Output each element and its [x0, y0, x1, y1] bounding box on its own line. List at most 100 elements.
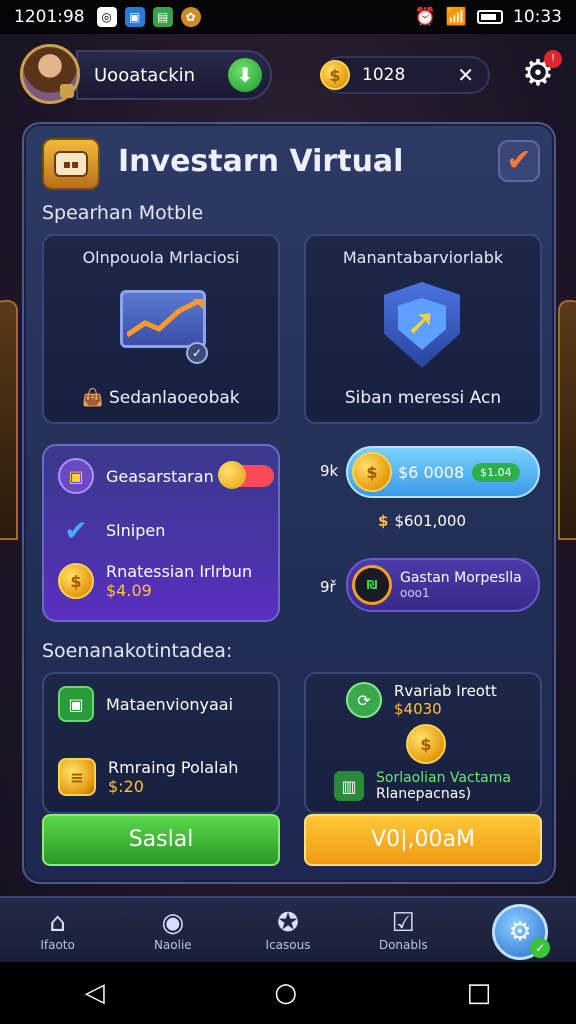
rewards-row-1-amount: $4030 [394, 700, 442, 718]
rewards-row-2-title: Sorlaolian Vactama [376, 770, 511, 786]
nav-active-check: ✓ [530, 938, 550, 958]
card-earnings[interactable]: ▣ Mataenvionyaai ≡ Rmraing Polalah $:20 [42, 672, 280, 814]
username: Uooatackin [94, 64, 196, 86]
profile-icon: ⚙ [508, 917, 532, 947]
status-time-left: 1201:98 [14, 7, 85, 27]
check-card-icon: ☑ [391, 908, 415, 938]
coin-balance[interactable]: $ 1028 ✕ [320, 56, 490, 94]
home-icon: ⌂ [49, 908, 66, 938]
home-circle-icon[interactable]: ○ [274, 978, 297, 1008]
card-market-bottom: 👜 Sedanlaoeobak [44, 388, 278, 408]
chart-icon [120, 290, 206, 348]
main-panel: ▪▪ Investarn Virtual ✔ Spearhan Motble O… [22, 122, 556, 884]
sell-button[interactable]: Saslal [42, 814, 280, 866]
coin-stack-icon: ≡ [58, 758, 96, 796]
back-icon[interactable]: ◁ [85, 978, 105, 1008]
battery-icon [477, 10, 503, 24]
claim-button[interactable]: V0|,00aM [304, 814, 542, 866]
nav-label: Ifaoto [40, 938, 75, 952]
nav-item-donate[interactable]: ☑ Donabls [346, 898, 461, 962]
portfolio-pill[interactable]: ₪ Gastan Morpeslla ooo1 [346, 558, 540, 612]
briefcase-icon: ▪▪ [42, 138, 100, 190]
balance-pill[interactable]: $ $6 0008 $1.04 [346, 446, 540, 498]
nav-label: Naolie [153, 938, 192, 952]
coin-icon: $ [352, 452, 392, 492]
section-label-2: Soenanakotintadea: [42, 640, 233, 662]
refresh-icon: ⟳ [346, 682, 382, 718]
nav-item-badges[interactable]: ✪ Icasous [230, 898, 345, 962]
coin-icon: $ [406, 724, 446, 764]
balance-pill-badge: $1.04 [472, 462, 520, 482]
nav-label: Donabls [378, 938, 428, 952]
balance-pill-value: $6 0008 [398, 462, 465, 482]
card-security[interactable]: Manantabarviorlabk ➚ Siban meressi Acn [304, 234, 542, 424]
status-bar: 1201:98 ◎ ▣ ▤ ✿ ⏰ 📶 10:33 [0, 0, 576, 34]
section-label-1: Spearhan Motble [42, 202, 204, 224]
card-security-title: Manantabarviorlabk [342, 248, 504, 267]
news-icon: ◉ [161, 908, 185, 938]
check-icon: ✓ [186, 342, 208, 364]
portfolio-ring-icon: ₪ [352, 565, 392, 605]
purple-row-3-title: Rnatessian Irlrbun [106, 562, 253, 581]
earnings-row-1-label: Mataenvionyaai [106, 694, 234, 714]
rewards-row-1-title: Rvariab Ireott [394, 682, 497, 700]
earnings-row-2: ≡ Rmraing Polalah $:20 [58, 758, 238, 796]
user-pill[interactable]: Uooatackin ⬇ [76, 50, 272, 100]
coin-icon: $ [320, 60, 350, 90]
app-icon-orange: ✿ [180, 7, 201, 27]
purple-row-3[interactable]: $ Rnatessian Irlrbun $4.09 [58, 562, 252, 600]
page-title: Investarn Virtual [118, 144, 404, 179]
wifi-icon: 📶 [445, 7, 467, 27]
dollar-icon: $ [378, 512, 389, 530]
alarm-icon: ⏰ [414, 7, 436, 27]
purple-row-3-amount: $4.09 [106, 581, 152, 600]
big-coin: $ [406, 724, 446, 764]
nav-item-home[interactable]: ⌂ Ifaoto [0, 898, 115, 962]
bag-icon: 👜 [82, 388, 104, 408]
portfolio-pill-sub: ooo1 [400, 586, 430, 600]
stat-label-b: 9ř [320, 578, 336, 596]
notification-dot: ! [544, 50, 562, 68]
balance-line-value: $601,000 [394, 512, 467, 530]
coin-amount: 1028 [362, 65, 406, 85]
checkmark-icon: ✔ [64, 513, 88, 547]
earnings-row-1: ▣ Mataenvionyaai [58, 686, 233, 722]
stat-label-a: 9k [320, 462, 339, 480]
camera-icon: ◎ [96, 7, 117, 27]
nav-item-news[interactable]: ◉ Naolie [115, 898, 230, 962]
add-friend-button[interactable]: ⬇ [228, 58, 262, 92]
portfolio-pill-title: Gastan Morpeslla [400, 570, 522, 586]
cash-icon: ▣ [58, 686, 94, 722]
checkmark-button[interactable]: ✔ [498, 140, 540, 182]
top-header: Uooatackin ⬇ $ 1028 ✕ ⚙ ! [0, 40, 576, 112]
recents-icon[interactable]: □ [467, 978, 492, 1008]
rewards-row-2-sub: Rlanepacnas) [376, 786, 472, 802]
status-time-right: 10:33 [513, 7, 562, 27]
purple-row-2[interactable]: ✔ Slnipen [58, 512, 165, 548]
arrow-up-icon: ➚ [406, 302, 437, 343]
badge-icon: ✪ [277, 908, 299, 938]
app-icon: ▣ [124, 7, 145, 27]
rewards-row-2: ▥ Sorlaolian Vactama Rlanepacnas) [334, 770, 511, 802]
purple-card[interactable]: ▣ Geasarstaran ✔ Slnipen $ Rnatessian Ir… [42, 444, 280, 622]
bottom-nav: ⌂ Ifaoto ◉ Naolie ✪ Icasous ☑ Donabls ⚙ … [0, 896, 576, 962]
purple-row-1[interactable]: ▣ Geasarstaran [58, 458, 274, 494]
background-pillar-left [0, 300, 18, 540]
card-market-bottom-label: Sedanlaoeobak [108, 388, 240, 408]
close-icon[interactable]: ✕ [457, 63, 474, 87]
purple-row-1-label: Geasarstaran [106, 466, 214, 486]
system-nav-bar: ◁ ○ □ [0, 962, 576, 1024]
cash-stack-icon: ▥ [334, 771, 364, 801]
nav-label: Icasous [265, 938, 311, 952]
rewards-row-1: ⟳ Rvariab Ireott $4030 [346, 682, 497, 718]
coin-icon: $ [58, 563, 94, 599]
avatar-badge [60, 84, 74, 98]
purple-row-2-label: Slnipen [106, 520, 166, 540]
card-market-title: Olnpouola Mrlaciosi [82, 248, 240, 267]
card-market[interactable]: Olnpouola Mrlaciosi ✓ 👜 Sedanlaoeobak [42, 234, 280, 424]
background-pillar-right [558, 300, 576, 540]
card-rewards[interactable]: ⟳ Rvariab Ireott $4030 $ ▥ Sorlaolian Va… [304, 672, 542, 814]
card-security-bottom: Siban meressi Acn [344, 388, 502, 408]
earnings-row-2-amount: $:20 [108, 777, 144, 796]
toggle-switch[interactable] [217, 461, 274, 489]
